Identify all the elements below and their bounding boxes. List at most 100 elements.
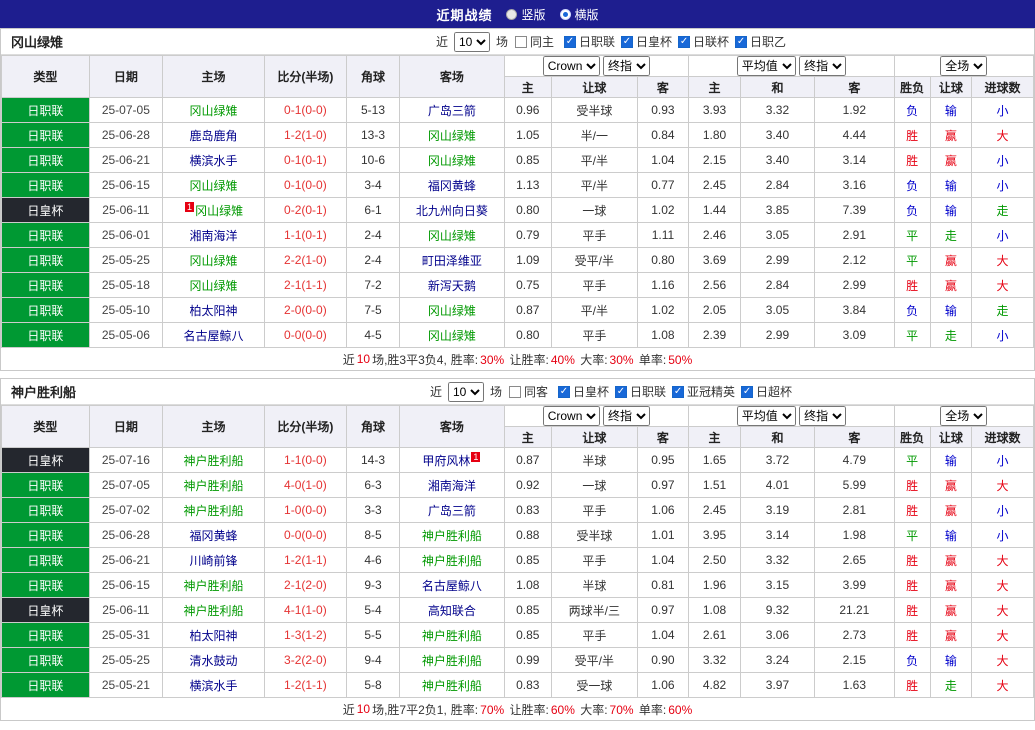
team-link[interactable]: 神户胜利船 bbox=[422, 629, 482, 643]
team-link[interactable]: 川崎前锋 bbox=[190, 554, 238, 568]
average-mode-select[interactable]: 终指 bbox=[799, 56, 846, 76]
average-select[interactable]: 平均值 bbox=[737, 56, 796, 76]
avg-win: 1.51 bbox=[689, 473, 741, 498]
team-link[interactable]: 湘南海洋 bbox=[428, 479, 476, 493]
league-checkbox[interactable] bbox=[615, 386, 627, 398]
league-checkbox[interactable] bbox=[741, 386, 753, 398]
home-team-cell: 柏太阳神 bbox=[162, 623, 264, 648]
team-link[interactable]: 神户胜利船 bbox=[184, 504, 244, 518]
league-checkbox[interactable] bbox=[672, 386, 684, 398]
team-link[interactable]: 神户胜利船 bbox=[422, 554, 482, 568]
odds-mode-select[interactable]: 终指 bbox=[603, 56, 650, 76]
league-checkbox[interactable] bbox=[735, 36, 747, 48]
league-checkbox[interactable] bbox=[564, 36, 576, 48]
team-link[interactable]: 新泻天鹅 bbox=[428, 279, 476, 293]
same-venue-filter[interactable]: 同客 bbox=[509, 383, 548, 400]
same-venue-filter[interactable]: 同主 bbox=[515, 33, 554, 50]
team-link[interactable]: 柏太阳神 bbox=[190, 629, 238, 643]
league-filter[interactable]: 日职联 bbox=[615, 383, 666, 400]
team-link[interactable]: 福冈黄蜂 bbox=[190, 529, 238, 543]
team-link[interactable]: 福冈黄蜂 bbox=[428, 179, 476, 193]
league-filter[interactable]: 亚冠精英 bbox=[672, 383, 735, 400]
team-link[interactable]: 神户胜利船 bbox=[422, 654, 482, 668]
team-link[interactable]: 广岛三箭 bbox=[428, 104, 476, 118]
odds-away: 1.01 bbox=[637, 523, 689, 548]
team-link[interactable]: 广岛三箭 bbox=[428, 504, 476, 518]
match-count-select[interactable]: 10 bbox=[448, 382, 484, 402]
team-link[interactable]: 冈山绿雉 bbox=[190, 279, 238, 293]
team-link[interactable]: 横滨水手 bbox=[190, 679, 238, 693]
team-link[interactable]: 神户胜利船 bbox=[184, 454, 244, 468]
league-filter[interactable]: 日职乙 bbox=[735, 33, 786, 50]
league-filter[interactable]: 日联杯 bbox=[678, 33, 729, 50]
avg-win: 3.93 bbox=[689, 98, 741, 123]
goals-outcome: 走 bbox=[971, 198, 1033, 223]
column-header-away: 客场 bbox=[400, 56, 504, 98]
odds-handicap: 受半球 bbox=[552, 523, 638, 548]
avg-draw: 4.01 bbox=[740, 473, 814, 498]
league-checkbox[interactable] bbox=[621, 36, 633, 48]
team-link[interactable]: 柏太阳神 bbox=[190, 304, 238, 318]
odds-away: 0.80 bbox=[637, 248, 689, 273]
match-score: 0-2(0-1) bbox=[265, 198, 347, 223]
sub-column-header: 客 bbox=[815, 77, 894, 98]
odds-home: 0.85 bbox=[504, 148, 551, 173]
scope-select[interactable]: 全场 bbox=[940, 406, 987, 426]
goals-outcome: 小 bbox=[971, 323, 1033, 348]
radio-icon[interactable] bbox=[506, 9, 517, 20]
team-link[interactable]: 鹿岛鹿角 bbox=[190, 129, 238, 143]
team-link[interactable]: 甲府风林 bbox=[422, 454, 470, 468]
same-venue-checkbox[interactable] bbox=[509, 386, 521, 398]
team-link[interactable]: 神户胜利船 bbox=[422, 679, 482, 693]
league-checkbox[interactable] bbox=[678, 36, 690, 48]
team-link[interactable]: 冈山绿雉 bbox=[190, 254, 238, 268]
team-link[interactable]: 名古屋鲸八 bbox=[184, 329, 244, 343]
match-count-select[interactable]: 10 bbox=[454, 32, 490, 52]
same-venue-checkbox[interactable] bbox=[515, 36, 527, 48]
team-link[interactable]: 北九州向日葵 bbox=[416, 204, 488, 218]
team-link[interactable]: 清水鼓动 bbox=[190, 654, 238, 668]
avg-win: 2.39 bbox=[689, 323, 741, 348]
match-row: 日皇杯25-07-16神户胜利船1-1(0-0)14-3甲府风林10.87半球0… bbox=[2, 448, 1034, 473]
team-link[interactable]: 冈山绿雉 bbox=[428, 154, 476, 168]
team-link[interactable]: 名古屋鲸八 bbox=[422, 579, 482, 593]
layout-radio-horizontal[interactable]: 横版 bbox=[560, 6, 599, 23]
team-link[interactable]: 横滨水手 bbox=[190, 154, 238, 168]
team-link[interactable]: 湘南海洋 bbox=[190, 229, 238, 243]
league-filter[interactable]: 日职联 bbox=[564, 33, 615, 50]
team-link[interactable]: 神户胜利船 bbox=[422, 529, 482, 543]
handicap-outcome: 赢 bbox=[930, 598, 971, 623]
result-outcome: 负 bbox=[894, 173, 930, 198]
team-link[interactable]: 冈山绿雉 bbox=[428, 229, 476, 243]
avg-draw: 3.32 bbox=[740, 98, 814, 123]
odds-company-select[interactable]: Crown bbox=[543, 56, 600, 76]
avg-draw: 2.99 bbox=[740, 323, 814, 348]
average-select[interactable]: 平均值 bbox=[737, 406, 796, 426]
league-checkbox[interactable] bbox=[558, 386, 570, 398]
league-filter[interactable]: 日超杯 bbox=[741, 383, 792, 400]
team-link[interactable]: 町田泽维亚 bbox=[422, 254, 482, 268]
team-link[interactable]: 高知联合 bbox=[428, 604, 476, 618]
home-team-cell: 冈山绿雉 bbox=[162, 98, 264, 123]
team-link[interactable]: 神户胜利船 bbox=[184, 579, 244, 593]
team-link[interactable]: 冈山绿雉 bbox=[190, 104, 238, 118]
team-link[interactable]: 冈山绿雉 bbox=[195, 204, 243, 218]
average-mode-select[interactable]: 终指 bbox=[799, 406, 846, 426]
league-filter[interactable]: 日皇杯 bbox=[621, 33, 672, 50]
scope-select[interactable]: 全场 bbox=[940, 56, 987, 76]
team-link[interactable]: 冈山绿雉 bbox=[428, 129, 476, 143]
team-link[interactable]: 冈山绿雉 bbox=[190, 179, 238, 193]
filter-bar: 近 10 场 同主 日职联日皇杯日联杯日职乙 bbox=[191, 32, 1034, 52]
league-filter[interactable]: 日皇杯 bbox=[558, 383, 609, 400]
team-link[interactable]: 神户胜利船 bbox=[184, 604, 244, 618]
odds-company-select[interactable]: Crown bbox=[543, 406, 600, 426]
odds-mode-select[interactable]: 终指 bbox=[603, 406, 650, 426]
team-link[interactable]: 神户胜利船 bbox=[184, 479, 244, 493]
layout-radio-vertical[interactable]: 竖版 bbox=[506, 6, 545, 23]
column-header-corner: 角球 bbox=[346, 56, 400, 98]
team-link[interactable]: 冈山绿雉 bbox=[428, 304, 476, 318]
odds-handicap: 半球 bbox=[552, 573, 638, 598]
match-date: 25-06-11 bbox=[89, 198, 162, 223]
radio-icon[interactable] bbox=[560, 9, 571, 20]
team-link[interactable]: 冈山绿雉 bbox=[428, 329, 476, 343]
